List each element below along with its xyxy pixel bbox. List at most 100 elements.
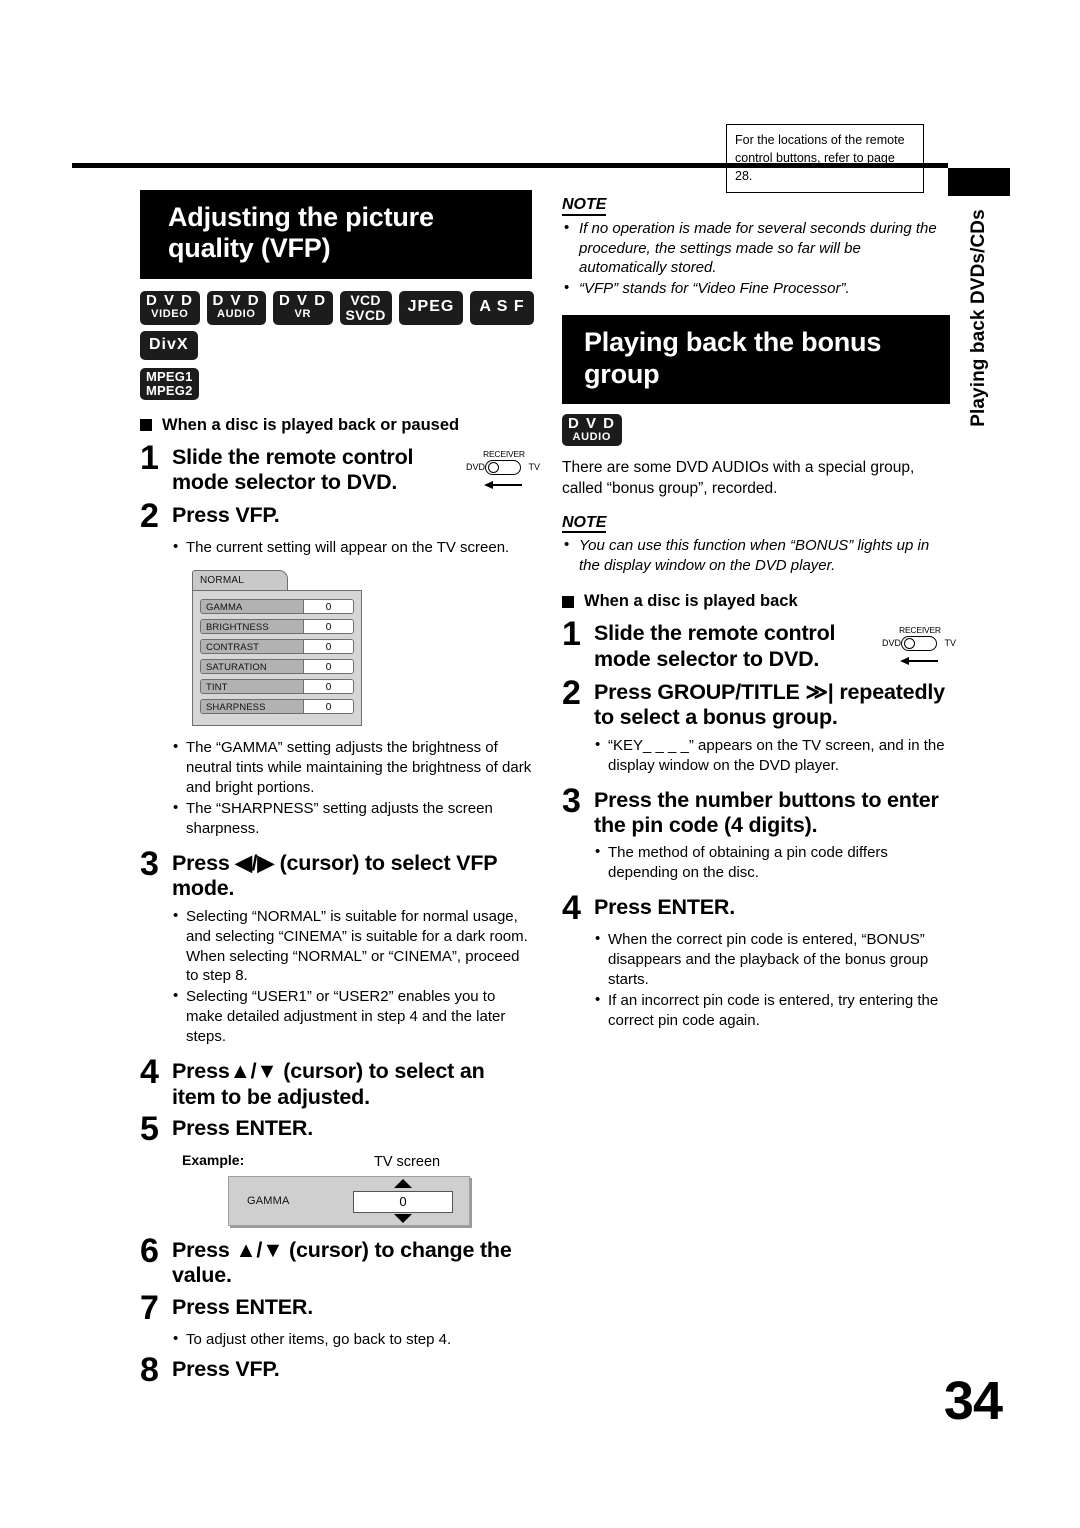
step-2-bullets: “KEY_ _ _ _” appears on the TV screen, a… bbox=[594, 735, 950, 776]
left-arrow-icon bbox=[900, 657, 938, 666]
step-number: 7 bbox=[140, 1288, 159, 1327]
vfp-row-sharpness[interactable]: SHARPNESS 0 bbox=[200, 699, 354, 715]
disc-format-badges: D V D VIDEO D V D AUDIO D V D VR VCD SVC… bbox=[140, 290, 540, 360]
step-text: Slide the remote control mode selector t… bbox=[594, 621, 836, 671]
right-column: NOTE If no operation is made for several… bbox=[562, 196, 956, 1032]
subhead-text: When a disc is played back bbox=[584, 592, 798, 611]
vfp-row-label: CONTRAST bbox=[201, 640, 303, 654]
vfp-row-contrast[interactable]: CONTRAST 0 bbox=[200, 639, 354, 655]
badge-dvd-vr: D V D VR bbox=[273, 290, 333, 325]
badge-line2: VR bbox=[294, 307, 312, 320]
vfp-row-value: 0 bbox=[303, 660, 353, 674]
step-text: Press ◀/▶ (cursor) to select VFP mode. bbox=[172, 850, 498, 901]
disc-format-badges-row2: MPEG1 MPEG2 bbox=[140, 366, 532, 400]
vfp-settings-panel: NORMAL GAMMA 0 BRIGHTNESS 0 CONTRAST 0 S… bbox=[192, 570, 362, 727]
badge-dvd-audio: D V D AUDIO bbox=[562, 413, 622, 446]
step-number: 4 bbox=[140, 1053, 159, 1092]
disc-format-badges-right: D V D AUDIO bbox=[562, 413, 962, 446]
vfp-row-saturation[interactable]: SATURATION 0 bbox=[200, 659, 354, 675]
section-title-bonus-group: Playing back the bonus group bbox=[562, 315, 950, 404]
note-items: If no operation is made for several seco… bbox=[562, 218, 950, 300]
mode-icon-tv-label: TV bbox=[944, 638, 956, 649]
badge-line1: D V D bbox=[146, 291, 194, 309]
vfp-row-gamma[interactable]: GAMMA 0 bbox=[200, 599, 354, 615]
step-text: Press ENTER. bbox=[172, 1115, 313, 1140]
subhead-disc-played-back: When a disc is played back bbox=[562, 592, 950, 611]
note-block-1: NOTE If no operation is made for several… bbox=[562, 196, 950, 299]
vfp-row-tint[interactable]: TINT 0 bbox=[200, 679, 354, 695]
mode-icon-knob bbox=[903, 638, 915, 650]
step-6: 6 Press ▲/▼ (cursor) to change the value… bbox=[140, 1231, 532, 1289]
note-item: You can use this function when “BONUS” l… bbox=[562, 535, 950, 576]
bullet-item: The current setting will appear on the T… bbox=[172, 537, 532, 558]
page-number: 34 bbox=[943, 1371, 1003, 1431]
remote-mode-selector-icon: RECEIVER DVD TV bbox=[466, 449, 540, 501]
step-text: Press▲/▼ (cursor) to select an item to b… bbox=[172, 1059, 485, 1109]
step-text: Press GROUP/TITLE ≫| repeatedly to selec… bbox=[594, 680, 945, 730]
vfp-panel-body: GAMMA 0 BRIGHTNESS 0 CONTRAST 0 SATURATI… bbox=[192, 590, 362, 727]
vfp-row-label: SATURATION bbox=[201, 660, 303, 674]
step-number: 2 bbox=[562, 674, 581, 712]
example-value: 0 bbox=[353, 1190, 453, 1213]
step-number: 1 bbox=[140, 438, 159, 477]
tv-screen-label: TV screen bbox=[374, 1153, 441, 1170]
step-text: Press ENTER. bbox=[594, 895, 735, 920]
bullet-item: The “SHARPNESS” setting adjusts the scre… bbox=[172, 798, 532, 839]
step-2: 2 Press GROUP/TITLE ≫| repeatedly to sel… bbox=[562, 674, 950, 731]
note-item: If no operation is made for several seco… bbox=[562, 218, 950, 279]
badge-line2: MPEG2 bbox=[146, 382, 193, 398]
note-title: NOTE bbox=[562, 514, 607, 534]
mode-icon-tv-label: TV bbox=[528, 461, 540, 472]
badge-line2: VIDEO bbox=[151, 307, 189, 320]
vfp-row-label: BRIGHTNESS bbox=[201, 620, 303, 634]
bullet-item: When the correct pin code is entered, “B… bbox=[594, 929, 950, 990]
step-3: 3 Press ◀/▶ (cursor) to select VFP mode. bbox=[140, 847, 532, 902]
step-4: 4 Press▲/▼ (cursor) to select an item to… bbox=[140, 1053, 532, 1110]
vfp-row-value: 0 bbox=[303, 600, 353, 614]
bullet-item: “KEY_ _ _ _” appears on the TV screen, a… bbox=[594, 735, 950, 776]
step-text: Slide the remote control mode selector t… bbox=[172, 444, 414, 494]
left-column: Adjusting the picture quality (VFP) D V … bbox=[140, 190, 540, 1388]
step-8: 8 Press VFP. bbox=[140, 1354, 532, 1388]
step-7: 7 Press ENTER. bbox=[140, 1288, 532, 1327]
bullet-item: The method of obtaining a pin code diffe… bbox=[594, 842, 950, 883]
step-text: Press ▲/▼ (cursor) to change the value. bbox=[172, 1237, 512, 1288]
bullet-item: Selecting “NORMAL” is suitable for norma… bbox=[172, 906, 532, 987]
mode-icon-receiver-label: RECEIVER bbox=[483, 448, 525, 459]
badge-jpeg: JPEG bbox=[398, 290, 464, 325]
subhead-disc-played-or-paused: When a disc is played back or paused bbox=[140, 416, 532, 435]
step-1: 1 Slide the remote control mode selector… bbox=[140, 438, 540, 496]
step-3: 3 Press the number buttons to enter the … bbox=[562, 784, 950, 839]
badge-line2: SVCD bbox=[345, 306, 386, 323]
badge-line1: D V D bbox=[279, 291, 327, 309]
vfp-tab-row: NORMAL bbox=[192, 570, 362, 591]
step-2-bullets: The current setting will appear on the T… bbox=[172, 537, 532, 558]
badge-dvd-audio: D V D AUDIO bbox=[206, 290, 267, 325]
badge-line1: VCD bbox=[350, 291, 381, 308]
vfp-row-value: 0 bbox=[303, 640, 353, 654]
vfp-row-label: SHARPNESS bbox=[201, 700, 303, 714]
step-3-bullets: Selecting “NORMAL” is suitable for norma… bbox=[172, 906, 532, 1048]
vfp-row-label: GAMMA bbox=[201, 600, 303, 614]
step-number: 6 bbox=[140, 1231, 159, 1270]
mode-icon-dvd-label: DVD bbox=[466, 461, 486, 472]
vfp-row-brightness[interactable]: BRIGHTNESS 0 bbox=[200, 619, 354, 635]
step-7-bullets: To adjust other items, go back to step 4… bbox=[172, 1329, 532, 1350]
mode-icon-receiver-label: RECEIVER bbox=[899, 625, 941, 636]
badge-vcd-svcd: VCD SVCD bbox=[339, 290, 392, 325]
example-tv-screen: Example: TV screen GAMMA 0 bbox=[182, 1152, 512, 1230]
note-items: You can use this function when “BONUS” l… bbox=[562, 535, 950, 576]
example-label: Example: bbox=[182, 1151, 245, 1168]
example-item-name: GAMMA bbox=[247, 1194, 290, 1207]
step-3-bullets: The method of obtaining a pin code diffe… bbox=[594, 842, 950, 883]
badge-line1: D V D bbox=[212, 291, 261, 309]
badge-line2: AUDIO bbox=[572, 430, 611, 443]
square-bullet-icon bbox=[140, 419, 152, 432]
note-item: “VFP” stands for “Video Fine Processor”. bbox=[562, 278, 950, 299]
vfp-mode-tab[interactable]: NORMAL bbox=[192, 570, 288, 591]
bullet-item: If an incorrect pin code is entered, try… bbox=[594, 990, 950, 1031]
step-text: Press ENTER. bbox=[172, 1294, 313, 1319]
badge-mpeg: MPEG1 MPEG2 bbox=[140, 367, 199, 400]
bonus-group-intro: There are some DVD AUDIOs with a special… bbox=[562, 458, 915, 497]
vfp-row-value: 0 bbox=[303, 680, 353, 694]
